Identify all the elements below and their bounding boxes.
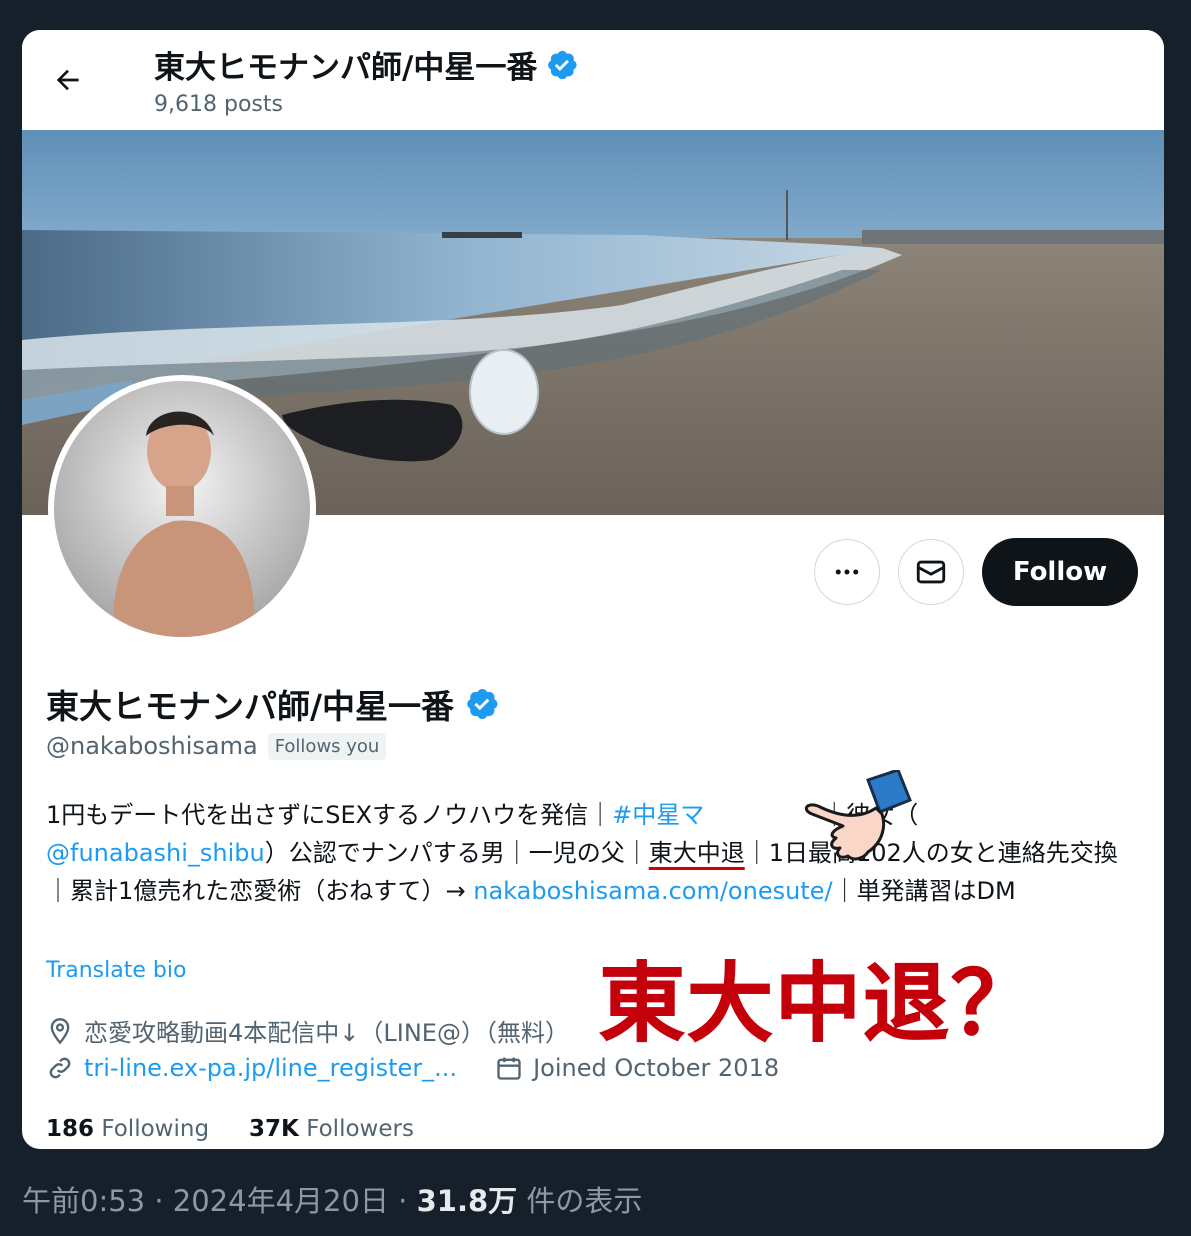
website-link[interactable]: tri-line.ex-pa.jp/line_register_... bbox=[84, 1054, 457, 1082]
profile-card: 東大ヒモナンパ師/中星一番 9,618 posts Follow 東大ヒモナンパ… bbox=[22, 30, 1164, 1149]
joined-date: Joined October 2018 bbox=[533, 1054, 780, 1082]
profile-header: 東大ヒモナンパ師/中星一番 9,618 posts bbox=[22, 30, 1164, 130]
views-label: 件の表示 bbox=[517, 1184, 643, 1218]
follows-you-badge: Follows you bbox=[267, 732, 387, 760]
followers-count: 37K bbox=[249, 1116, 299, 1142]
bio-text: ）公認でナンパする男｜一児の父｜ bbox=[264, 839, 649, 867]
translate-bio-link[interactable]: Translate bio bbox=[46, 958, 186, 983]
link-icon bbox=[49, 1057, 71, 1079]
post-time: 午前0:53 bbox=[22, 1184, 146, 1218]
mention-link[interactable]: @funabashi_shibu bbox=[46, 839, 265, 867]
bio-url-link[interactable]: nakaboshisama.com/onesute/ bbox=[473, 877, 832, 905]
hashtag-link[interactable]: #中星マ bbox=[612, 801, 704, 829]
verified-badge-icon bbox=[548, 50, 577, 79]
annotation-overlay-text: 東大中退？ bbox=[599, 954, 1039, 1055]
back-button[interactable] bbox=[48, 60, 88, 100]
bio-text: ｜単発講習はDM bbox=[832, 877, 1016, 905]
verified-badge-icon bbox=[467, 689, 498, 719]
mail-icon bbox=[916, 560, 946, 584]
follow-counts: 186 Following 37K Followers bbox=[46, 1116, 414, 1142]
posts-count: 9,618 posts bbox=[154, 92, 283, 117]
handle-row: @nakaboshisama Follows you bbox=[46, 732, 387, 760]
location-row: 恋愛攻略動画4本配信中↓（LINE@）（無料） bbox=[46, 1013, 569, 1048]
more-button[interactable] bbox=[814, 539, 880, 605]
underlined-text: 東大中退 bbox=[648, 839, 745, 867]
pointing-hand-icon bbox=[804, 770, 912, 861]
profile-actions: Follow bbox=[814, 538, 1138, 606]
following-count: 186 bbox=[46, 1116, 95, 1142]
followers-link[interactable]: 37K Followers bbox=[249, 1116, 414, 1142]
profile-avatar[interactable] bbox=[48, 375, 316, 643]
more-icon bbox=[835, 569, 859, 575]
profile-display-name: 東大ヒモナンパ師/中星一番 bbox=[46, 687, 455, 726]
back-arrow-icon bbox=[56, 69, 79, 91]
separator: · bbox=[145, 1184, 173, 1218]
post-date: 2024年4月20日 bbox=[172, 1184, 389, 1218]
view-count: 31.8万 bbox=[416, 1184, 518, 1218]
profile-handle: @nakaboshisama bbox=[46, 732, 258, 760]
website-joined-row: tri-line.ex-pa.jp/line_register_... Join… bbox=[46, 1054, 779, 1082]
bio-text: 1円もデート代を出さずにSEXするノウハウを発信｜ bbox=[46, 801, 613, 829]
header-title: 東大ヒモナンパ師/中星一番 bbox=[154, 42, 579, 87]
post-footer: 午前0:53 · 2024年4月20日 · 31.8万 件の表示 bbox=[22, 1178, 642, 1220]
calendar-icon bbox=[497, 1057, 521, 1080]
header-display-name: 東大ヒモナンパ師/中星一番 bbox=[154, 50, 538, 86]
profile-bio: 1円もデート代を出さずにSEXするノウハウを発信｜#中星マ｜彼女（@funaba… bbox=[46, 796, 1141, 910]
location-text: 恋愛攻略動画4本配信中↓（LINE@）（無料） bbox=[84, 1019, 569, 1047]
follow-button[interactable]: Follow bbox=[982, 538, 1138, 606]
following-link[interactable]: 186 Following bbox=[46, 1116, 209, 1142]
profile-name: 東大ヒモナンパ師/中星一番 bbox=[46, 680, 500, 728]
following-label: Following bbox=[101, 1116, 210, 1142]
location-icon bbox=[50, 1017, 70, 1044]
separator: · bbox=[388, 1184, 417, 1218]
message-button[interactable] bbox=[898, 539, 964, 605]
followers-label: Followers bbox=[306, 1116, 414, 1142]
